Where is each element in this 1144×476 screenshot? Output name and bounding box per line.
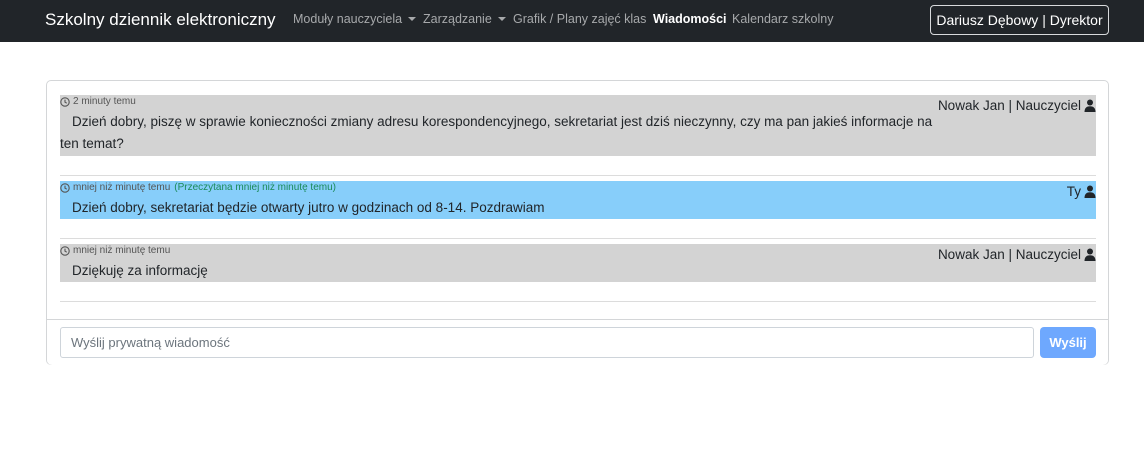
message-composer: Wyślij — [47, 319, 1108, 365]
message-incoming: 2 minuty temu Nowak Jan | Nauczyciel Dzi… — [60, 95, 1096, 156]
message-time: mniej niż minutę temu — [73, 182, 171, 193]
nav-school-calendar[interactable]: Kalendarz szkolny — [732, 12, 833, 26]
caret-down-icon — [497, 17, 506, 21]
nav-management-label: Zarządzanie — [423, 12, 492, 26]
user-icon — [1084, 185, 1096, 198]
user-account-button[interactable]: Dariusz Dębowy | Dyrektor — [930, 5, 1109, 35]
message-text: Dzień dobry, sekretariat będzie otwarty … — [72, 200, 545, 215]
nav-teacher-modules-label: Moduły nauczyciela — [293, 12, 403, 26]
message-author-name: Nowak Jan | Nauczyciel — [937, 98, 1081, 113]
conversation-card: 2 minuty temu Nowak Jan | Nauczyciel Dzi… — [46, 80, 1109, 365]
user-icon — [1084, 99, 1096, 112]
message-incoming: mniej niż minutę temu Nowak Jan | Nauczy… — [60, 244, 1096, 282]
message-author: Nowak Jan | Nauczyciel — [938, 247, 1096, 262]
message-divider — [60, 301, 1096, 302]
clock-icon — [60, 96, 70, 107]
nav-management[interactable]: Zarządzanie — [423, 12, 506, 26]
message-author-name: Nowak Jan | Nauczyciel — [937, 247, 1081, 262]
nav-teacher-modules[interactable]: Moduły nauczyciela — [293, 12, 417, 26]
send-button[interactable]: Wyślij — [1040, 327, 1096, 358]
message-divider — [60, 175, 1096, 176]
top-navbar: Szkolny dziennik elektroniczny Moduły na… — [0, 0, 1144, 42]
nav-schedules[interactable]: Grafik / Plany zajęć klas — [513, 12, 646, 26]
nav-messages[interactable]: Wiadomości — [653, 12, 727, 26]
message-outgoing: mniej niż minutę temu (Przeczytana mniej… — [60, 181, 1096, 219]
message-text: Dziękuję za informację — [72, 263, 208, 278]
app-brand[interactable]: Szkolny dziennik elektroniczny — [45, 10, 276, 30]
message-meta: mniej niż minutę temu (Przeczytana mniej… — [60, 182, 336, 193]
clock-icon — [60, 182, 70, 193]
user-icon — [1084, 248, 1096, 261]
caret-down-icon — [408, 17, 417, 21]
message-meta: 2 minuty temu — [60, 96, 136, 107]
message-meta: mniej niż minutę temu — [60, 245, 170, 256]
message-time: mniej niż minutę temu — [73, 245, 171, 256]
message-input[interactable] — [60, 327, 1034, 358]
message-time: 2 minuty temu — [73, 96, 136, 107]
message-author: Ty — [1067, 184, 1096, 199]
message-read-status: (Przeczytana mniej niż minutę temu) — [174, 182, 336, 193]
message-author: Nowak Jan | Nauczyciel — [938, 98, 1096, 113]
message-author-name: Ty — [1066, 184, 1081, 199]
message-divider — [60, 238, 1096, 239]
message-text: Dzień dobry, piszę w sprawie koniecznośc… — [60, 114, 933, 151]
clock-icon — [60, 245, 70, 256]
